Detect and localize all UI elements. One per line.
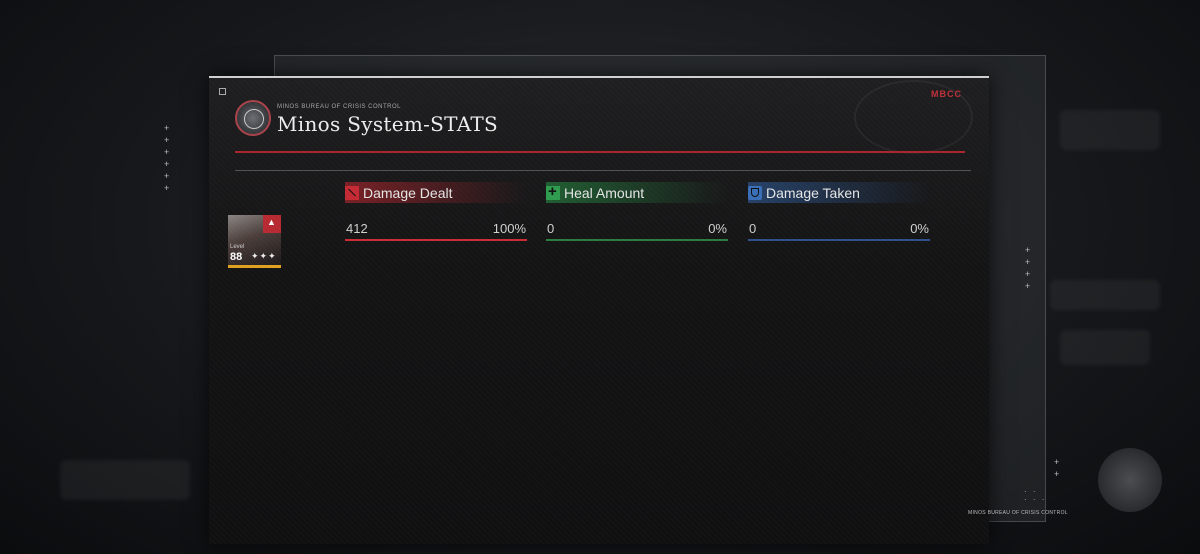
corner-dots: · · · · · [1024,487,1047,504]
class-badge-icon [263,215,281,233]
right-decor-bottom: + + [1054,457,1060,479]
stat-heal-amount: Heal Amount 0 0% [546,182,728,241]
background-blur [1050,280,1160,310]
background-skill-icon [1098,448,1162,512]
heal-plus-icon [546,183,560,200]
stat-label: Heal Amount [564,184,645,201]
character-level: 88 [230,251,243,263]
stat-bar [546,239,728,241]
stat-label: Damage Taken [766,184,860,201]
stat-header: Heal Amount [546,182,728,203]
background-blur [1060,110,1160,150]
header-divider-thin [235,170,971,171]
shield-icon [748,185,762,200]
stat-values: 0 0% [748,221,930,236]
stat-header: Damage Dealt [345,182,527,203]
corner-marker [219,88,226,95]
sword-icon [345,185,359,200]
level-word: Level [230,244,245,250]
stat-percent: 0% [910,221,929,236]
stat-bar [748,239,930,241]
page-title: Minos System-STATS [277,112,499,136]
left-decor: + + + + + + [164,123,170,193]
stat-damage-dealt: Damage Dealt 412 100% [345,182,527,241]
character-avatar[interactable]: Level 88 ✦✦✦ [228,215,281,268]
stat-value: 0 [547,221,555,236]
header-divider [235,151,965,153]
background-blur [1060,330,1150,365]
footer-org-name: MINOS BUREAU OF CRISIS CONTROL [968,510,1068,516]
stat-label: Damage Dealt [363,184,453,201]
right-decor: + + + + [1025,245,1031,291]
stat-damage-taken: Damage Taken 0 0% [748,182,930,241]
stat-bar [345,239,527,241]
brand-tag: MBCC [931,89,962,99]
emblem-icon [235,100,271,136]
org-name: MINOS BUREAU OF CRISIS CONTROL [277,104,402,110]
stat-values: 412 100% [345,221,527,236]
rarity-stars: ✦✦✦ [251,251,277,261]
stat-value: 412 [346,221,368,236]
stats-panel: MBCC MINOS BUREAU OF CRISIS CONTROL Mino… [209,76,989,544]
stat-value: 0 [749,221,757,236]
stat-header: Damage Taken [748,182,930,203]
stat-percent: 100% [492,221,526,236]
background-blur [60,460,190,500]
stat-percent: 0% [708,221,727,236]
stat-values: 0 0% [546,221,728,236]
